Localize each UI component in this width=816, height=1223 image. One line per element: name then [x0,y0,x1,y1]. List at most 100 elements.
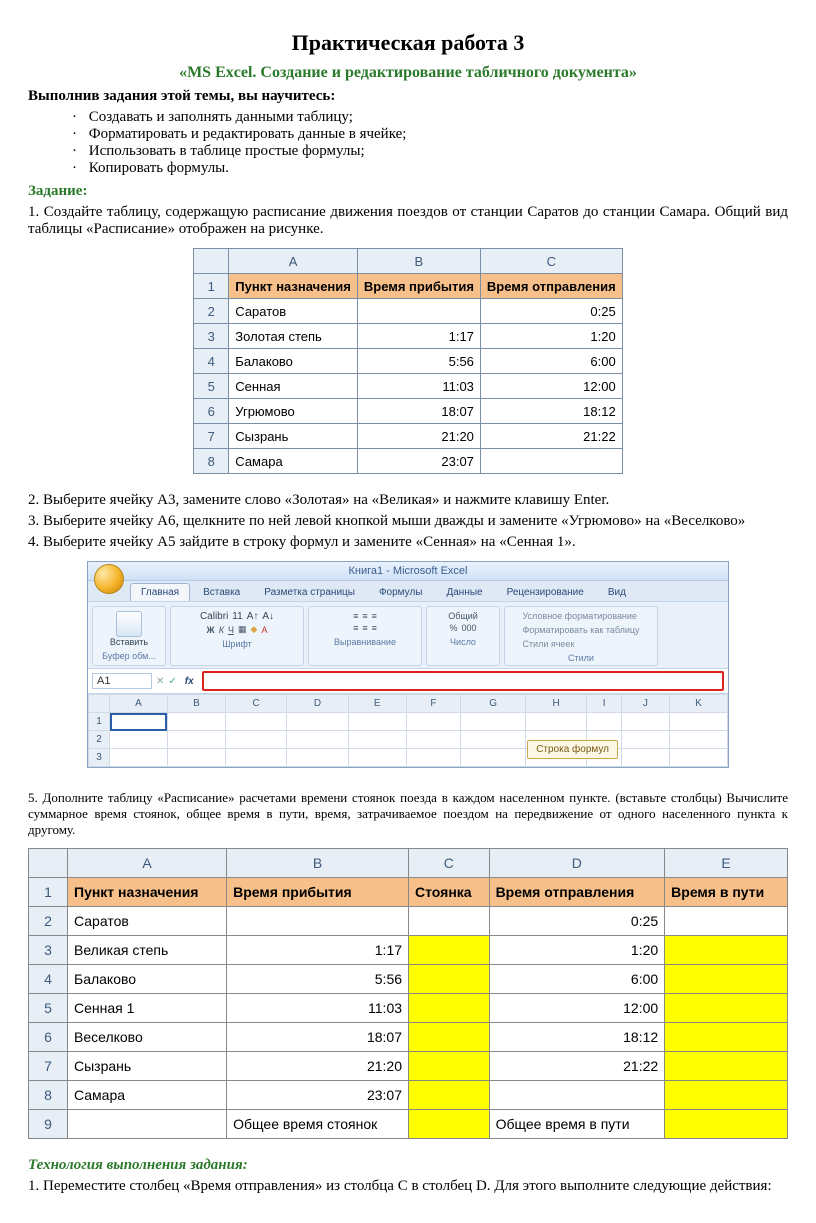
cell: Веселково [68,1023,227,1052]
align-icon[interactable]: ≡ [372,611,377,621]
cell [68,1110,227,1139]
row-header: 7 [194,424,229,449]
office-orb-icon[interactable] [94,564,124,594]
formula-bar-highlight[interactable] [202,671,724,691]
font-name-box[interactable]: Calibri [200,611,228,622]
cell: Самара [229,449,358,474]
cell: Балаково [68,965,227,994]
align-icon[interactable]: ≡ [362,611,367,621]
row-header: 1 [89,713,110,731]
align-icon[interactable]: ≡ [353,623,358,633]
number-format-box[interactable]: Общий [448,611,478,621]
font-color-icon[interactable]: A [261,625,267,635]
cell [409,965,490,994]
cell: Сызрань [68,1052,227,1081]
align-icon[interactable]: ≡ [353,611,358,621]
cell-selected[interactable] [110,713,168,731]
cell [409,1052,490,1081]
sheet-corner [89,695,110,713]
tab-home[interactable]: Главная [130,583,190,601]
group-label: Шрифт [222,639,252,649]
cell [665,1110,788,1139]
cell [409,1081,490,1110]
underline-icon[interactable]: Ч [228,625,234,635]
cell: Сенная [229,374,358,399]
col-header: A [110,695,168,713]
cell: 1:20 [489,936,665,965]
col-header: A [68,849,227,878]
cell [665,907,788,936]
align-icon[interactable]: ≡ [372,623,377,633]
col-header: D [287,695,348,713]
comma-icon[interactable]: 000 [461,623,476,633]
tab-view[interactable]: Вид [597,583,637,601]
row-header: 3 [194,324,229,349]
cell-styles-button[interactable]: Стили ячеек [522,639,574,649]
col-header: C [225,695,286,713]
cell: 12:00 [480,374,622,399]
cell: Время отправления [480,274,622,299]
cell: 18:07 [227,1023,409,1052]
font-grow-icon[interactable]: A↑ [247,611,259,622]
cell: 23:07 [357,449,480,474]
align-icon[interactable]: ≡ [362,623,367,633]
cell [409,1110,490,1139]
cell [665,965,788,994]
cell [409,1023,490,1052]
tab-formulas[interactable]: Формулы [368,583,434,601]
cell: 1:20 [480,324,622,349]
bold-icon[interactable]: Ж [207,625,215,635]
cell: 11:03 [357,374,480,399]
percent-icon[interactable]: % [449,623,457,633]
col-header: K [669,695,727,713]
list-item: Создавать и заполнять данными таблицу; [72,109,788,126]
format-as-table-button[interactable]: Форматировать как таблицу [522,625,639,635]
paste-icon [116,611,142,637]
fill-color-icon[interactable]: ◆ [251,624,258,635]
formula-bar-row: A1 ✕ ✓ fx [88,668,728,693]
cell: Общее время стоянок [227,1110,409,1139]
tab-data[interactable]: Данные [435,583,493,601]
group-font: Calibri 11 A↑ A↓ Ж К Ч ▦ ◆ A Шрифт [170,606,304,666]
row-header: 2 [194,299,229,324]
cell: Балаково [229,349,358,374]
enter-icon[interactable]: ✓ [168,676,176,687]
row-header: 6 [194,399,229,424]
tab-insert[interactable]: Вставка [192,583,251,601]
cell: Пункт назначения [229,274,358,299]
step-3: 3. Выберите ячейку А6, щелкните по ней л… [28,513,788,530]
cancel-icon[interactable]: ✕ [156,676,164,687]
paste-button[interactable]: Вставить [110,611,148,647]
name-box[interactable]: A1 [92,673,152,689]
cell [665,994,788,1023]
col-header: C [409,849,490,878]
cell: Великая степь [68,936,227,965]
page-title: Практическая работа 3 [28,30,788,56]
row-header: 8 [194,449,229,474]
schedule-table-1: A B C 1 Пункт назначения Время прибытия … [193,248,622,474]
font-size-box[interactable]: 11 [232,611,242,622]
tab-layout[interactable]: Разметка страницы [253,583,366,601]
italic-icon[interactable]: К [219,625,224,635]
ribbon-tabs: Главная Вставка Разметка страницы Формул… [88,581,728,601]
cell: Самара [68,1081,227,1110]
cell [409,994,490,1023]
cell: 0:25 [480,299,622,324]
tab-review[interactable]: Рецензирование [496,583,595,601]
cond-format-button[interactable]: Условное форматирование [522,611,637,621]
border-icon[interactable]: ▦ [238,624,247,635]
font-shrink-icon[interactable]: A↓ [262,611,274,622]
step-4: 4. Выберите ячейку А5 зайдите в строку ф… [28,534,788,551]
row-header: 2 [29,907,68,936]
cell [227,907,409,936]
group-label: Буфер обм... [102,651,156,661]
cell [489,1081,665,1110]
cell: 21:22 [480,424,622,449]
row-header: 7 [29,1052,68,1081]
fx-icon[interactable]: fx [181,676,198,687]
col-header: E [665,849,788,878]
col-header: J [621,695,669,713]
row-header: 3 [89,749,110,767]
row-header: 3 [29,936,68,965]
cell: Пункт назначения [68,878,227,907]
